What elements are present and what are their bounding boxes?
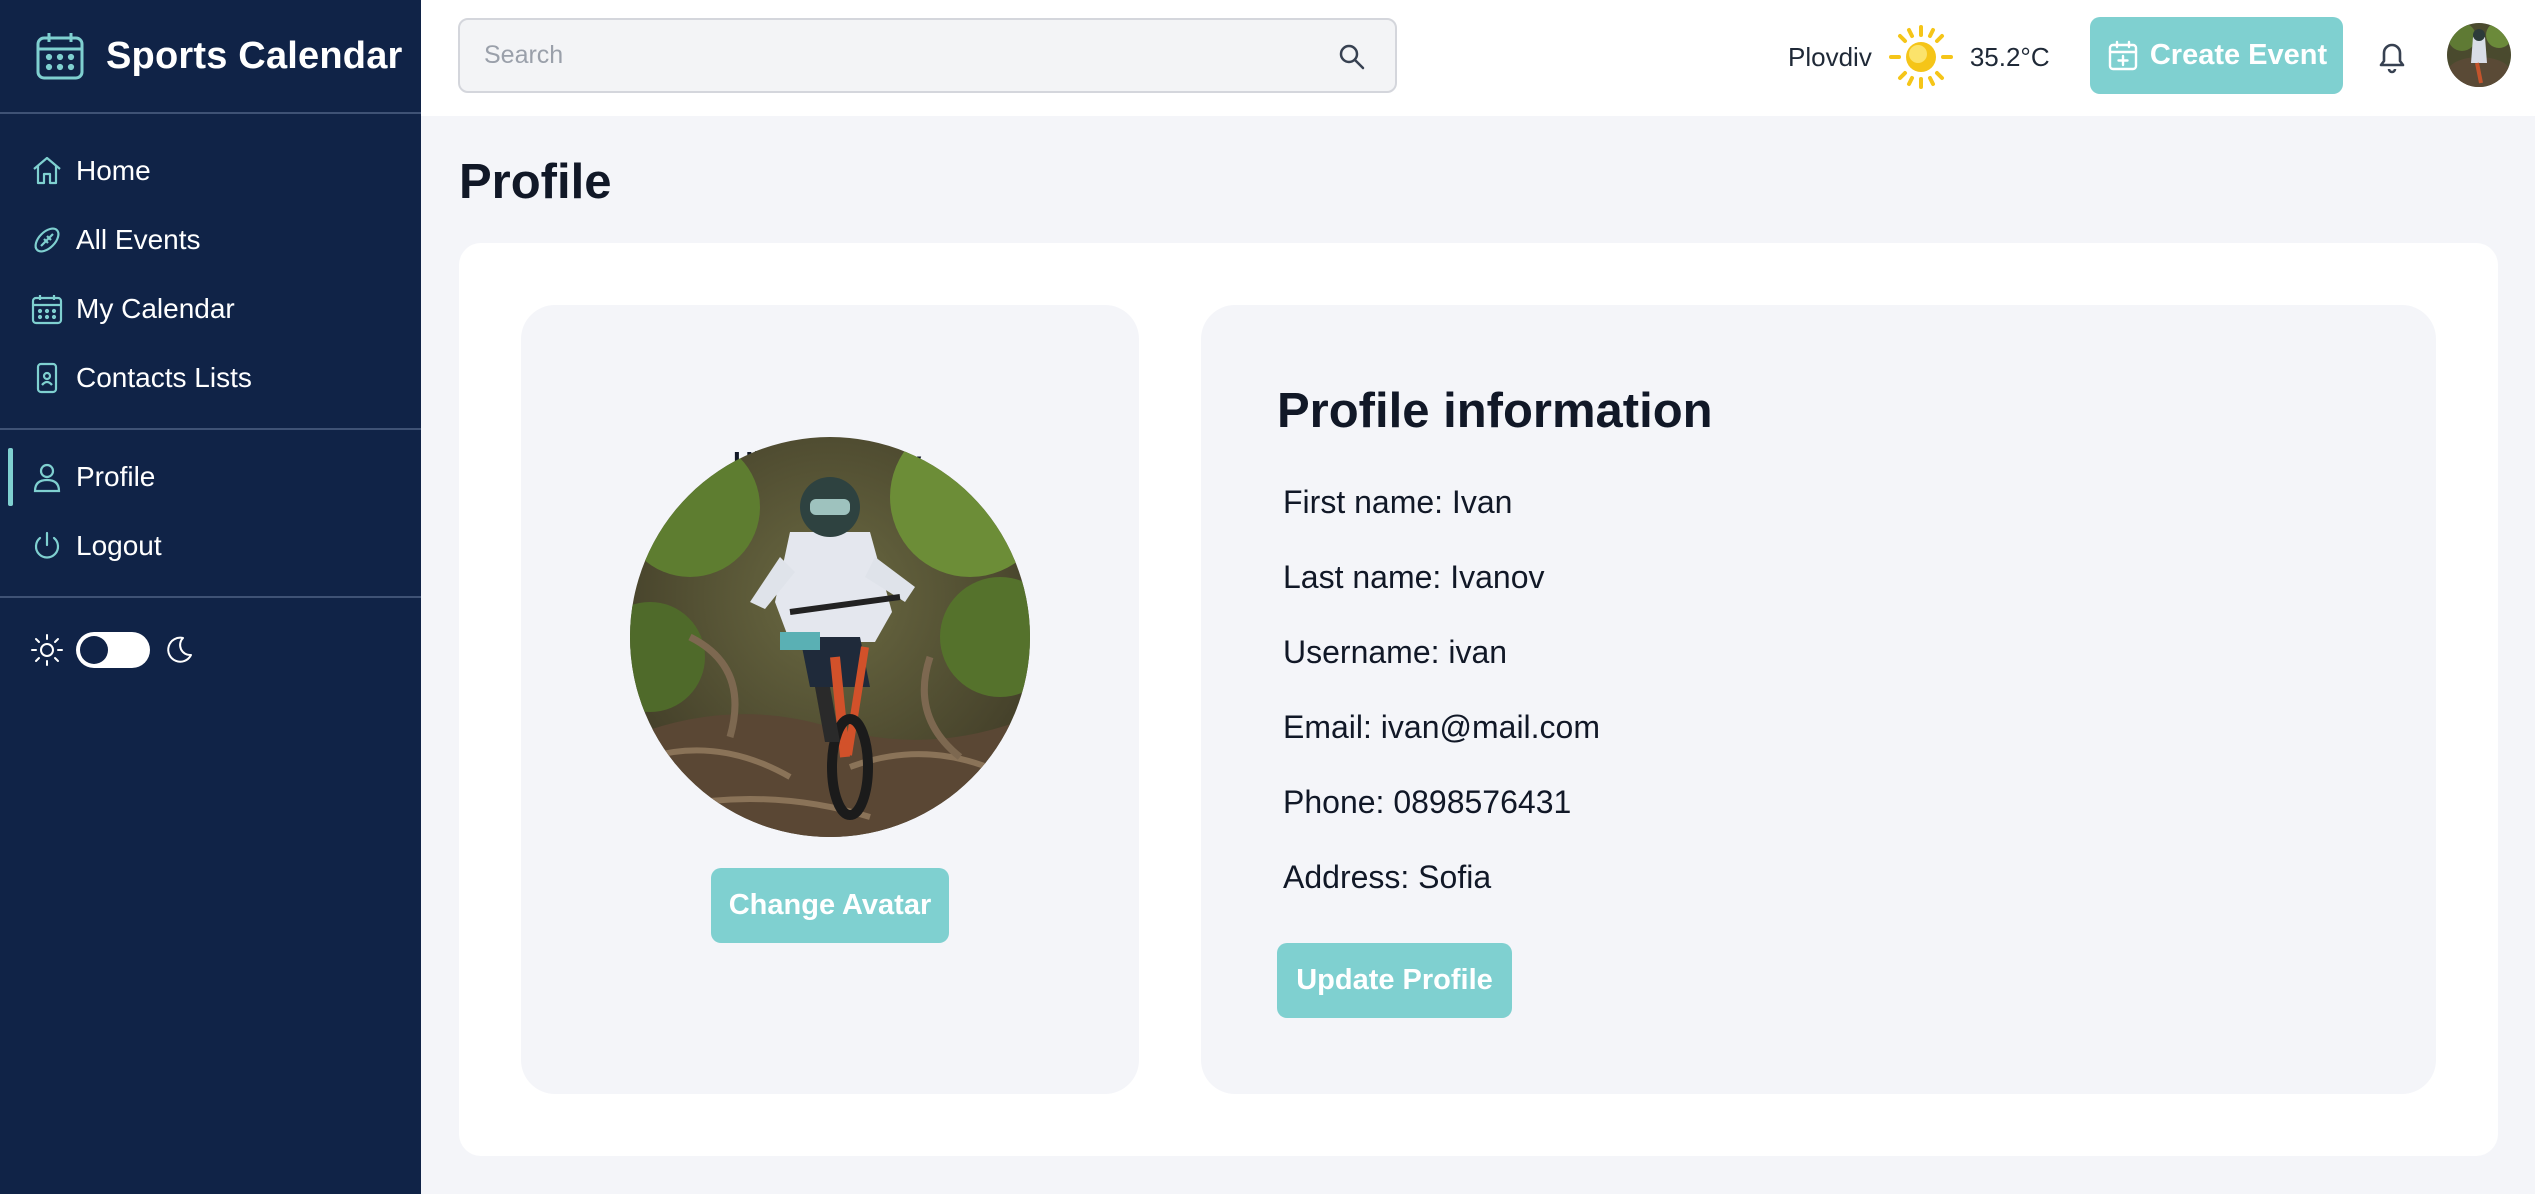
toggle-knob	[80, 636, 108, 664]
search-input[interactable]	[460, 41, 1320, 70]
moon-icon	[167, 636, 192, 663]
first-name-line: First name: Ivan	[1283, 484, 1513, 520]
sun-icon	[1888, 25, 1953, 89]
sidebar-item-logout[interactable]: Logout	[0, 511, 421, 580]
create-event-button[interactable]: Create Event	[2090, 17, 2343, 94]
sidebar-item-profile[interactable]: Profile	[0, 442, 421, 511]
sidebar-item-label: Logout	[76, 529, 162, 561]
profile-avatar	[630, 437, 1030, 837]
phone-contact-icon	[36, 362, 58, 393]
sidebar-item-home[interactable]: Home	[0, 136, 421, 205]
weather-widget: Plovdiv 35.2°C	[1788, 24, 2050, 90]
bell-icon[interactable]	[2372, 36, 2412, 76]
search-box[interactable]	[458, 18, 1397, 93]
calendar-logo-icon	[36, 33, 84, 80]
profile-avatar-image	[630, 437, 1030, 837]
sidebar-item-my-calendar[interactable]: My Calendar	[0, 274, 421, 343]
create-event-label: Create Event	[2149, 39, 2328, 71]
change-avatar-button[interactable]: Change Avatar	[711, 868, 949, 943]
sidebar-item-all-events[interactable]: All Events	[0, 205, 421, 274]
sun-icon	[31, 634, 63, 666]
home-icon	[33, 156, 61, 184]
sidebar-nav: Home All Events My Calendar Contacts Lis…	[0, 114, 421, 690]
profile-info-panel: Profile information First name: Ivan Las…	[1201, 305, 2436, 1094]
sidebar-divider	[0, 596, 421, 598]
last-name-line: Last name: Ivanov	[1283, 559, 1545, 595]
sidebar-item-label: Contacts Lists	[76, 361, 252, 393]
page-title: Profile	[459, 155, 612, 209]
address-line: Address: Sofia	[1283, 859, 1492, 895]
phone-line: Phone: 0898576431	[1283, 784, 1572, 820]
ball-icon	[34, 226, 60, 253]
profile-info-title: Profile information	[1277, 384, 1713, 438]
sidebar-item-label: All Events	[76, 223, 201, 255]
sidebar-item-label: Profile	[76, 460, 156, 492]
search-icon[interactable]	[1337, 42, 1367, 72]
theme-switcher	[0, 610, 421, 690]
avatar-image	[2447, 23, 2511, 87]
app-title: Sports Calendar	[106, 34, 403, 77]
weather-city: Plovdiv	[1788, 41, 1872, 72]
user-icon	[33, 463, 61, 492]
sidebar: Sports Calendar Home All Events My Calen…	[0, 0, 421, 1194]
username-line: Username: ivan	[1283, 634, 1508, 670]
email-line: Email: ivan@mail.com	[1283, 709, 1600, 745]
power-icon	[34, 531, 60, 559]
avatar[interactable]	[2447, 23, 2511, 87]
sidebar-divider	[0, 428, 421, 430]
weather-temperature: 35.2°C	[1969, 41, 2050, 72]
theme-toggle[interactable]	[76, 632, 150, 668]
brand[interactable]: Sports Calendar	[0, 0, 421, 114]
calendar-plus-icon	[2108, 40, 2138, 70]
sidebar-item-contacts-lists[interactable]: Contacts Lists	[0, 343, 421, 412]
calendar-icon	[31, 294, 63, 324]
sidebar-item-label: My Calendar	[76, 292, 235, 324]
profile-card: Hi Ivan Ivanov,	[459, 243, 2498, 1156]
topbar: Plovdiv 35.2°C	[421, 0, 2535, 116]
update-profile-button[interactable]: Update Profile	[1277, 943, 1512, 1018]
avatar-panel: Hi Ivan Ivanov,	[521, 305, 1139, 1094]
sidebar-item-label: Home	[76, 154, 151, 186]
